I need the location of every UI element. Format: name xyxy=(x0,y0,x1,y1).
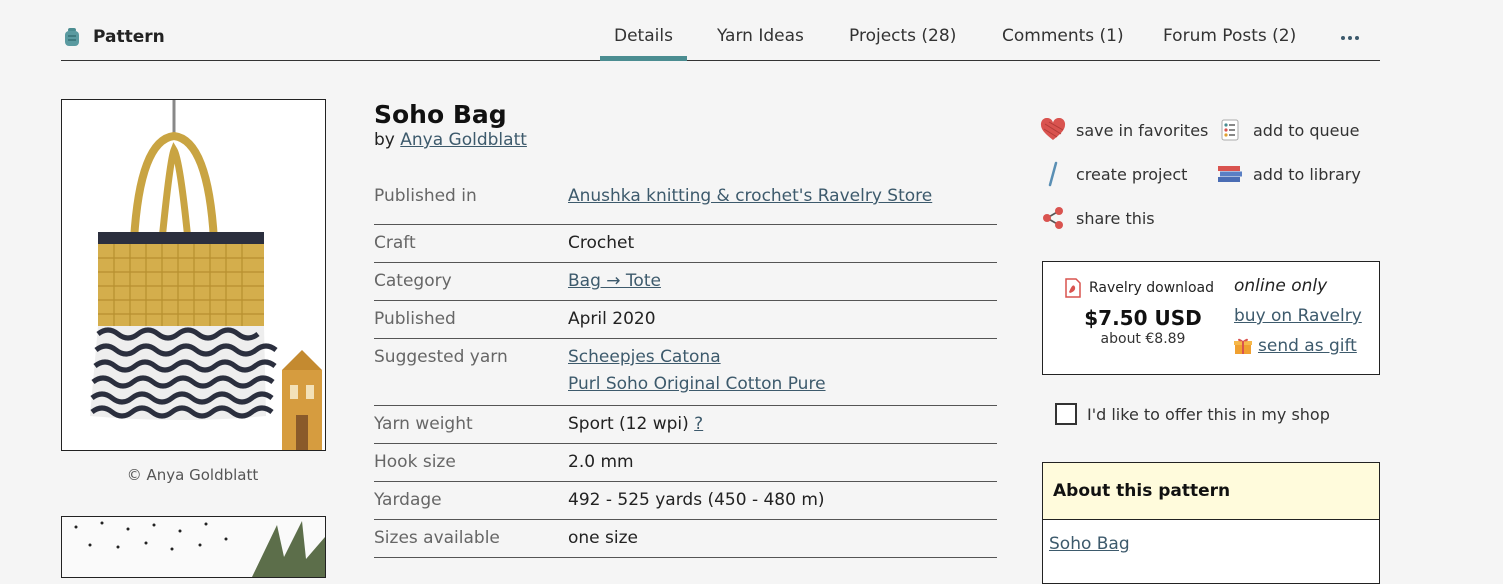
detail-row-suggested-yarn: Suggested yarn Scheepjes Catona Purl Soh… xyxy=(374,339,997,406)
add-to-library-label: add to library xyxy=(1253,164,1361,184)
create-project-label: create project xyxy=(1076,164,1188,184)
second-photo-image xyxy=(62,517,325,577)
buy-on-ravelry-link[interactable]: buy on Ravelry xyxy=(1234,306,1362,326)
price-eur: about €8.89 xyxy=(1100,331,1186,347)
tab-details[interactable]: Details xyxy=(600,26,687,61)
share-button[interactable]: share this xyxy=(1040,205,1155,231)
gift-icon xyxy=(1234,338,1252,354)
detail-row-yardage: Yardage 492 - 525 yards (450 - 480 m) xyxy=(374,482,997,520)
detail-label: Suggested yarn xyxy=(374,347,508,367)
sheep-icon xyxy=(65,28,79,46)
detail-row-yarn-weight: Yarn weight Sport (12 wpi) ? xyxy=(374,406,997,444)
share-icon xyxy=(1040,205,1066,231)
yarn-link[interactable]: Purl Soho Original Cotton Pure xyxy=(568,374,997,394)
tab-forum-posts[interactable]: Forum Posts (2) xyxy=(1163,26,1296,46)
detail-row-hook-size: Hook size 2.0 mm xyxy=(374,444,997,482)
detail-value: Sport (12 wpi) xyxy=(568,414,689,434)
yarn-link[interactable]: Scheepjes Catona xyxy=(568,347,997,367)
save-favorites-button[interactable]: save in favorites xyxy=(1040,117,1208,143)
detail-row-published: Published April 2020 xyxy=(374,301,997,339)
detail-row-category: Category Bag → Tote xyxy=(374,263,997,301)
save-favorites-label: save in favorites xyxy=(1076,120,1209,140)
download-type: Ravelry download xyxy=(1065,278,1214,298)
add-to-library-button[interactable]: add to library xyxy=(1217,161,1361,187)
detail-label: Yardage xyxy=(374,490,442,510)
tote-bag-image xyxy=(62,100,325,450)
about-pattern-name-link[interactable]: Soho Bag xyxy=(1049,534,1130,554)
page-title: Soho Bag xyxy=(374,100,507,129)
pdf-icon xyxy=(1065,278,1081,298)
detail-row-craft: Craft Crochet xyxy=(374,225,997,263)
detail-value: 492 - 525 yards (450 - 480 m) xyxy=(568,490,825,510)
detail-row-published-in: Published in Anushka knitting & crochet'… xyxy=(374,180,997,225)
brand-label: Pattern xyxy=(93,27,165,47)
books-icon xyxy=(1217,161,1243,187)
offer-in-shop-label: I'd like to offer this in my shop xyxy=(1087,404,1330,424)
detail-row-sizes: Sizes available one size xyxy=(374,520,997,558)
details-table: Published in Anushka knitting & crochet'… xyxy=(374,180,997,558)
send-as-gift-link[interactable]: send as gift xyxy=(1258,336,1357,356)
detail-label: Published in xyxy=(374,186,477,206)
tab-projects[interactable]: Projects (28) xyxy=(849,26,956,46)
brand[interactable]: Pattern xyxy=(61,26,165,48)
about-pattern-box: About this pattern Soho Bag xyxy=(1042,462,1380,584)
detail-value: April 2020 xyxy=(568,309,656,329)
tab-comments[interactable]: Comments (1) xyxy=(1002,26,1124,46)
detail-value: Crochet xyxy=(568,233,635,253)
heart-icon xyxy=(1040,117,1066,143)
pattern-photo-2[interactable] xyxy=(61,516,326,578)
pattern-nav: Pattern Details Yarn Ideas Projects (28)… xyxy=(61,0,1380,61)
pattern-photo[interactable] xyxy=(61,99,326,451)
share-label: share this xyxy=(1076,208,1155,228)
yarn-weight-help-link[interactable]: ? xyxy=(694,414,703,434)
tab-yarn-ideas[interactable]: Yarn Ideas xyxy=(717,26,804,46)
queue-list-icon xyxy=(1217,117,1243,143)
detail-label: Published xyxy=(374,309,456,329)
category-link[interactable]: Bag → Tote xyxy=(568,271,997,291)
detail-value: 2.0 mm xyxy=(568,452,634,472)
price: $7.50 USD xyxy=(1084,306,1202,330)
download-label: Ravelry download xyxy=(1089,280,1214,296)
byline-prefix: by xyxy=(374,130,395,150)
byline: by Anya Goldblatt xyxy=(374,130,527,150)
store-link[interactable]: Anushka knitting & crochet's Ravelry Sto… xyxy=(568,186,997,206)
detail-label: Craft xyxy=(374,233,416,253)
availability: online only xyxy=(1234,276,1328,296)
offer-in-shop-checkbox[interactable] xyxy=(1055,403,1077,425)
send-as-gift[interactable]: send as gift xyxy=(1234,336,1357,356)
detail-label: Hook size xyxy=(374,452,456,472)
detail-label: Sizes available xyxy=(374,528,500,548)
offer-in-shop[interactable]: I'd like to offer this in my shop xyxy=(1055,403,1330,425)
detail-label: Yarn weight xyxy=(374,414,473,434)
add-to-queue-label: add to queue xyxy=(1253,120,1360,140)
ellipsis-icon[interactable] xyxy=(1341,36,1359,40)
author-link[interactable]: Anya Goldblatt xyxy=(400,130,527,150)
crochet-hook-icon xyxy=(1040,161,1066,187)
detail-value: one size xyxy=(568,528,639,548)
detail-label: Category xyxy=(374,271,452,291)
about-heading: About this pattern xyxy=(1043,463,1379,520)
create-project-button[interactable]: create project xyxy=(1040,161,1187,187)
add-to-queue-button[interactable]: add to queue xyxy=(1217,117,1359,143)
purchase-box: Ravelry download $7.50 USD about €8.89 o… xyxy=(1042,261,1380,375)
photo-caption: © Anya Goldblatt xyxy=(126,466,259,484)
